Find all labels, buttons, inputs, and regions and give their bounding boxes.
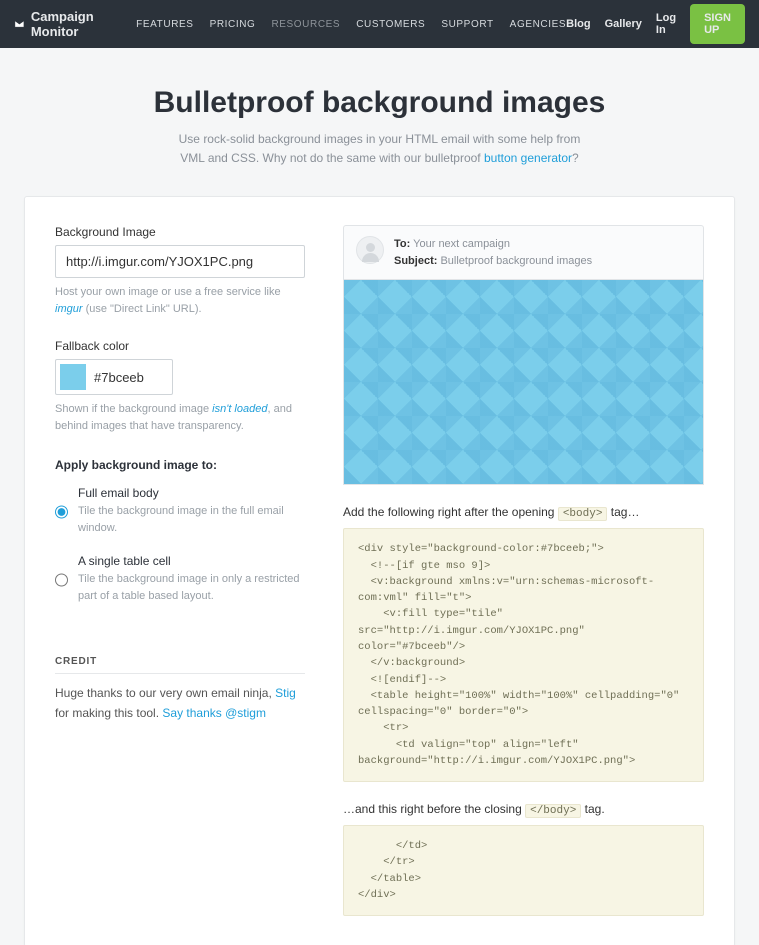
button-generator-link[interactable]: button generator <box>484 151 572 165</box>
signup-button[interactable]: SIGN UP <box>690 4 745 44</box>
tool-card: Background Image Host your own image or … <box>24 196 735 945</box>
hero: Bulletproof background images Use rock-s… <box>0 48 759 196</box>
nav-features[interactable]: FEATURES <box>136 19 193 30</box>
color-picker[interactable] <box>55 359 173 395</box>
secondary-nav: Blog Gallery Log In SIGN UP <box>566 4 745 44</box>
code-intro-1: Add the following right after the openin… <box>343 505 704 520</box>
bg-image-label: Background Image <box>55 225 305 239</box>
settings-column: Background Image Host your own image or … <box>55 225 305 916</box>
radio-full-body[interactable]: Full email body Tile the background imag… <box>55 486 305 536</box>
nav-login[interactable]: Log In <box>656 12 676 36</box>
envelope-icon <box>14 16 25 32</box>
radio-full-body-label: Full email body <box>78 486 305 500</box>
fallback-color-help: Shown if the background image isn't load… <box>55 401 305 434</box>
credit-text: Huge thanks to our very own email ninja,… <box>55 684 305 722</box>
code-intro-2: …and this right before the closing </bod… <box>343 802 704 817</box>
nav-resources[interactable]: RESOURCES <box>271 19 340 30</box>
radio-full-body-desc: Tile the background image in the full em… <box>78 503 305 536</box>
fallback-color-label: Fallback color <box>55 339 305 353</box>
thanks-link[interactable]: Say thanks @stigm <box>162 706 266 720</box>
nav-agencies[interactable]: AGENCIES <box>510 19 566 30</box>
bg-image-input[interactable] <box>55 245 305 278</box>
main-nav: FEATURES PRICING RESOURCES CUSTOMERS SUP… <box>136 19 566 30</box>
nav-gallery[interactable]: Gallery <box>605 18 642 30</box>
apply-to-title: Apply background image to: <box>55 458 305 472</box>
stig-link[interactable]: Stig <box>275 686 296 700</box>
nav-pricing[interactable]: PRICING <box>210 19 256 30</box>
nav-blog[interactable]: Blog <box>566 18 590 30</box>
preview-column: To: Your next campaign Subject: Bulletpr… <box>343 225 704 916</box>
topbar: Campaign Monitor FEATURES PRICING RESOUR… <box>0 0 759 48</box>
email-preview-header: To: Your next campaign Subject: Bulletpr… <box>343 225 704 279</box>
radio-table-cell-desc: Tile the background image in only a rest… <box>78 571 305 604</box>
fallback-color-group: Fallback color Shown if the background i… <box>55 339 305 434</box>
body-tag-open: <body> <box>558 507 608 521</box>
email-preview-body <box>343 279 704 485</box>
brand-name: Campaign Monitor <box>31 9 108 39</box>
body-tag-close: </body> <box>525 804 581 818</box>
imgur-link[interactable]: imgur <box>55 303 83 315</box>
avatar-icon <box>356 236 384 264</box>
color-input[interactable] <box>94 370 160 385</box>
radio-table-cell-input[interactable] <box>55 556 68 604</box>
credit-heading: CREDIT <box>55 656 305 674</box>
page-subtitle: Use rock-solid background images in your… <box>60 130 699 168</box>
color-swatch[interactable] <box>60 364 86 390</box>
bg-image-help: Host your own image or use a free servic… <box>55 284 305 317</box>
nav-support[interactable]: SUPPORT <box>441 19 493 30</box>
isnt-loaded-link[interactable]: isn't loaded <box>212 403 267 415</box>
radio-table-cell-label: A single table cell <box>78 554 305 568</box>
radio-full-body-input[interactable] <box>55 488 68 536</box>
email-meta: To: Your next campaign Subject: Bulletpr… <box>394 236 592 269</box>
nav-customers[interactable]: CUSTOMERS <box>356 19 425 30</box>
code-block-2[interactable]: </td> </tr> </table> </div> <box>343 825 704 916</box>
page-title: Bulletproof background images <box>60 86 699 120</box>
code-block-1[interactable]: <div style="background-color:#7bceeb;"> … <box>343 528 704 782</box>
brand-logo[interactable]: Campaign Monitor <box>14 9 108 39</box>
credit-section: CREDIT Huge thanks to our very own email… <box>55 656 305 722</box>
bg-image-group: Background Image Host your own image or … <box>55 225 305 317</box>
radio-table-cell[interactable]: A single table cell Tile the background … <box>55 554 305 604</box>
